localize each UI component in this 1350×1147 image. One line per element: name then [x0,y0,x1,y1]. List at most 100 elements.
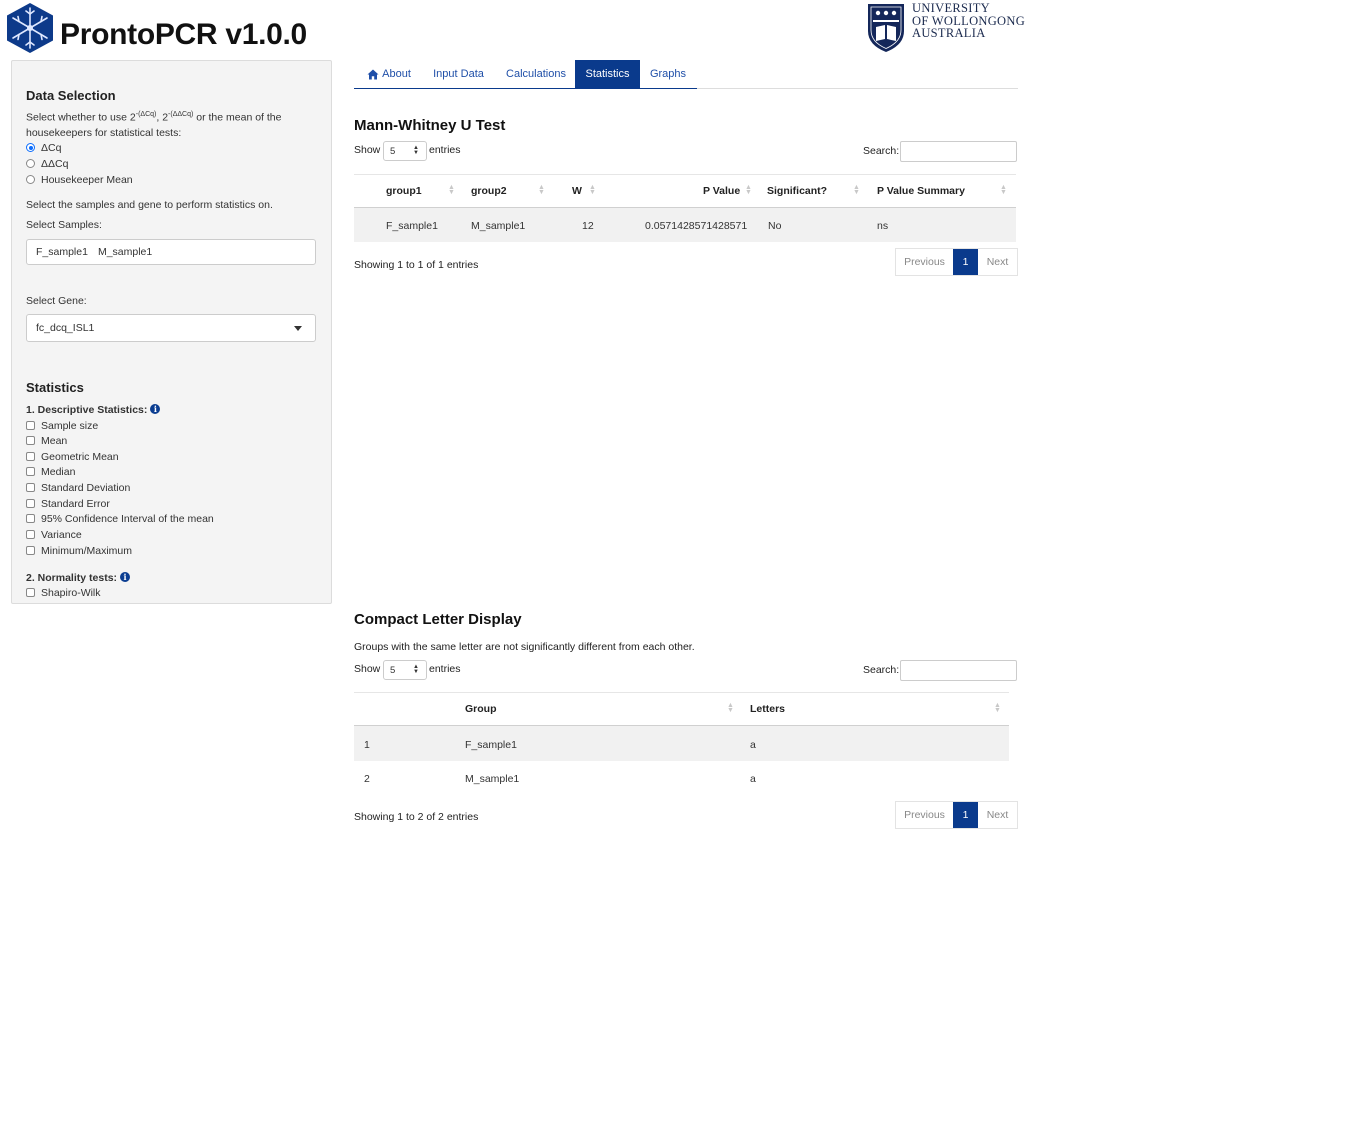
table-row [354,761,1009,796]
sort-icon[interactable]: ▲ ▼ [589,184,596,196]
checkbox[interactable] [26,467,35,476]
sort-icon[interactable]: ▲ ▼ [1000,184,1007,196]
checkbox[interactable] [26,436,35,445]
column-header-p-value[interactable]: P Value [703,185,740,197]
tab-calculations[interactable]: Calculations [497,60,575,88]
cell-significant: No [768,220,782,232]
pagination: Previous 1 Next [895,801,1018,829]
tab-statistics[interactable]: Statistics [575,60,640,88]
checkbox-mean[interactable]: Mean [26,433,67,448]
chevron-down-icon [294,326,302,331]
search-input[interactable] [900,141,1017,162]
checkbox[interactable] [26,546,35,555]
mann-whitney-title: Mann-Whitney U Test [354,117,506,134]
updown-arrows-icon: ▲ ▼ [413,145,419,156]
cell-group: M_sample1 [465,773,520,785]
radio-button-selected[interactable] [26,143,35,152]
data-selection-heading: Data Selection [26,88,116,103]
show-label: Show [354,144,381,156]
university-line: UNIVERSITY [912,1,990,15]
select-whether-text: Select whether to use 2-(ΔCq), 2-(ΔΔCq) … [26,111,282,124]
sample-tag[interactable]: M_sample1 [98,246,152,258]
cell-index: 2 [364,773,370,785]
entries-label: entries [429,663,461,675]
cld-title: Compact Letter Display [354,611,522,628]
show-label: Show [354,663,381,675]
checkbox-variance[interactable]: Variance [26,527,82,542]
tab-input-data[interactable]: Input Data [425,60,492,88]
next-button[interactable]: Next [978,802,1017,828]
samples-multiselect[interactable]: F_sample1 M_sample1 [26,239,316,265]
select-samples-label: Select Samples: [26,219,102,231]
column-header-w[interactable]: W [572,185,582,197]
table-divider [354,692,1009,693]
table-info: Showing 1 to 2 of 2 entries [354,811,479,823]
cell-group2: M_sample1 [471,220,526,232]
next-button[interactable]: Next [978,249,1017,275]
radio-ddcq[interactable]: ΔΔCq [26,156,68,171]
university-name: UNIVERSITY OF WOLLONGONG AUSTRALIA [912,2,1025,40]
column-header-group1[interactable]: group1 [386,185,422,197]
cell-group1: F_sample1 [386,220,438,232]
checkbox-geometric-mean[interactable]: Geometric Mean [26,449,119,464]
search-label: Search: [863,145,900,157]
search-label: Search: [863,664,900,676]
column-header-p-value-summary[interactable]: P Value Summary [877,185,965,197]
cell-index: 1 [364,739,370,751]
cell-p-value-summary: ns [877,220,889,232]
checkbox[interactable] [26,421,35,430]
checkbox-standard-deviation[interactable]: Standard Deviation [26,480,130,495]
tab-about[interactable]: About [354,60,424,88]
radio-dcq[interactable]: ΔCq [26,140,61,155]
search-input[interactable] [900,660,1017,681]
sort-icon[interactable]: ▲ ▼ [853,184,860,196]
column-header-letters[interactable]: Letters [750,703,785,715]
sort-icon[interactable]: ▲ ▼ [448,184,455,196]
checkbox[interactable] [26,483,35,492]
cell-p-value: 0.0571428571428571 [645,220,748,232]
previous-button[interactable]: Previous [896,802,953,828]
statistics-heading: Statistics [26,380,84,395]
sort-icon[interactable]: ▲ ▼ [745,184,752,196]
sort-icon[interactable]: ▲ ▼ [727,702,734,714]
app-title: ProntoPCR v1.0.0 [60,18,307,51]
checkbox[interactable] [26,530,35,539]
info-icon[interactable]: i [150,404,161,414]
radio-housekeeper-mean[interactable]: Housekeeper Mean [26,172,133,187]
checkbox[interactable] [26,452,35,461]
gene-select[interactable]: fc_dcq_ISL1 [26,314,316,342]
select-whether-text-line2: housekeepers for statistical tests: [26,127,182,139]
sort-icon[interactable]: ▲ ▼ [994,702,1001,714]
checkbox-median[interactable]: Median [26,464,75,479]
tab-graphs[interactable]: Graphs [642,60,694,88]
entries-length-select[interactable]: 5 ▲ ▼ [383,660,427,680]
info-icon[interactable]: i [120,572,131,582]
checkbox[interactable] [26,588,35,597]
entries-length-select[interactable]: 5 ▲ ▼ [383,141,427,161]
radio-button[interactable] [26,159,35,168]
column-header-group2[interactable]: group2 [471,185,507,197]
radio-button[interactable] [26,175,35,184]
checkbox-sample-size[interactable]: Sample size [26,418,98,433]
checkbox-standard-error[interactable]: Standard Error [26,496,110,511]
cell-letters: a [750,773,756,785]
page-button[interactable]: 1 [953,249,978,275]
previous-button[interactable]: Previous [896,249,953,275]
main-tabs: About Input Data Calculations Statistics… [354,60,1018,89]
descriptive-stats-label: 1. Descriptive Statistics: i [26,404,161,416]
cld-description: Groups with the same letter are not sign… [354,641,695,653]
column-header-significant[interactable]: Significant? [767,185,827,197]
checkbox[interactable] [26,499,35,508]
entries-label: entries [429,144,461,156]
checkbox-min-max[interactable]: Minimum/Maximum [26,543,132,558]
normality-tests-label: 2. Normality tests: i [26,572,131,584]
prontopcr-logo-icon [5,2,55,54]
checkbox-confidence-interval[interactable]: 95% Confidence Interval of the mean [26,511,214,526]
page-button[interactable]: 1 [953,802,978,828]
checkbox[interactable] [26,514,35,523]
column-header-group[interactable]: Group [465,703,497,715]
sample-tag[interactable]: F_sample1 [36,246,88,258]
checkbox-shapiro-wilk[interactable]: Shapiro-Wilk [26,585,101,600]
sort-icon[interactable]: ▲ ▼ [538,184,545,196]
home-icon [367,69,379,79]
